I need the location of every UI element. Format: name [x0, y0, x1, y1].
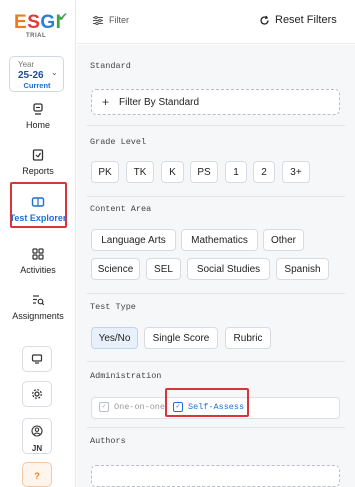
section-divider — [87, 196, 345, 197]
content-chip-social-studies[interactable]: Social Studies — [187, 258, 270, 280]
esgi-logo[interactable]: ESGI ✔ TRIAL — [14, 10, 69, 42]
monitor-icon — [31, 354, 43, 364]
monitor-button[interactable] — [22, 346, 52, 372]
authors-filter-button[interactable] — [91, 465, 340, 487]
logo-trial-label: TRIAL — [26, 33, 47, 39]
home-icon — [33, 103, 43, 115]
filter-topbar: Filter Reset Filters — [77, 0, 355, 44]
nav-assignments[interactable]: Assignments — [0, 293, 76, 329]
user-icon — [31, 425, 43, 437]
grade-chip-k[interactable]: K — [161, 161, 184, 183]
reset-filters-label: Reset Filters — [275, 14, 337, 26]
filter-label: Filter — [109, 15, 129, 25]
grade-level-section-title: Grade Level — [90, 137, 147, 147]
one-on-one-option[interactable]: ✓ One-on-one — [99, 402, 165, 412]
content-chip-mathematics[interactable]: Mathematics — [181, 229, 258, 251]
grade-chip-ps[interactable]: PS — [190, 161, 218, 183]
reset-filters-button[interactable]: Reset Filters — [259, 14, 337, 26]
test-type-chip-single-score[interactable]: Single Score — [144, 327, 218, 349]
year-label: Year — [18, 60, 35, 69]
content-chip-other[interactable]: Other — [263, 229, 304, 251]
sidebar: ESGI ✔ TRIAL Year 25-26 ⌄ Current Home R… — [0, 0, 76, 487]
filter-sliders-icon — [93, 15, 103, 25]
activities-icon — [32, 248, 44, 260]
nav-reports[interactable]: Reports — [0, 148, 76, 184]
assignments-icon — [33, 295, 45, 306]
filter-toggle[interactable]: Filter — [93, 15, 129, 25]
grade-chip-2[interactable]: 2 — [253, 161, 275, 183]
chevron-down-icon: ⌄ — [51, 68, 58, 77]
filter-by-standard-label: Filter By Standard — [119, 96, 200, 108]
year-current-badge: Current — [23, 81, 51, 90]
authors-section-title: Authors — [90, 436, 126, 446]
school-year-selector[interactable]: Year 25-26 ⌄ Current — [9, 56, 64, 92]
section-divider — [87, 427, 345, 428]
grade-chip-1[interactable]: 1 — [225, 161, 247, 183]
grade-chip-pk[interactable]: PK — [91, 161, 119, 183]
grade-chip-tk[interactable]: TK — [126, 161, 154, 183]
check-icon: ✔ — [58, 10, 69, 24]
test-type-chip-rubric[interactable]: Rubric — [225, 327, 271, 349]
content-area-section-title: Content Area — [90, 204, 152, 214]
nav-reports-label: Reports — [22, 166, 54, 176]
year-value: 25-26 — [18, 70, 44, 81]
help-button[interactable]: ? — [22, 462, 52, 487]
self-assess-highlight-box — [165, 388, 249, 417]
nav-activities-label: Activities — [20, 265, 56, 275]
section-divider — [87, 125, 345, 126]
content-chip-science[interactable]: Science — [91, 258, 140, 280]
one-on-one-label: One-on-one — [114, 402, 166, 412]
test-explorer-highlight-box — [10, 182, 67, 228]
filter-panel: Standard + Filter By Standard Grade Leve… — [77, 45, 355, 487]
user-initials: JN — [31, 444, 43, 453]
filter-by-standard-button[interactable]: + Filter By Standard — [91, 89, 340, 115]
section-divider — [87, 361, 345, 362]
test-type-chip-yes-no[interactable]: Yes/No — [91, 327, 138, 349]
section-divider — [87, 293, 345, 294]
plus-icon: + — [102, 95, 110, 109]
standard-section-title: Standard — [90, 61, 131, 71]
reset-icon — [260, 15, 269, 25]
grade-chip-3plus[interactable]: 3+ — [282, 161, 310, 183]
nav-home[interactable]: Home — [0, 102, 76, 138]
one-on-one-checkbox[interactable]: ✓ — [99, 402, 109, 412]
administration-section-title: Administration — [90, 371, 162, 381]
nav-activities[interactable]: Activities — [0, 247, 76, 283]
content-chip-spanish[interactable]: Spanish — [276, 258, 329, 280]
test-type-section-title: Test Type — [90, 302, 136, 312]
settings-gear-icon — [32, 389, 42, 399]
nav-home-label: Home — [25, 120, 50, 130]
user-profile-button[interactable]: JN — [22, 418, 52, 454]
content-chip-language-arts[interactable]: Language Arts — [91, 229, 176, 251]
nav-assignments-label: Assignments — [12, 311, 64, 321]
content-chip-sel[interactable]: SEL — [146, 258, 181, 280]
reports-icon — [32, 149, 44, 161]
settings-button[interactable] — [22, 381, 52, 407]
